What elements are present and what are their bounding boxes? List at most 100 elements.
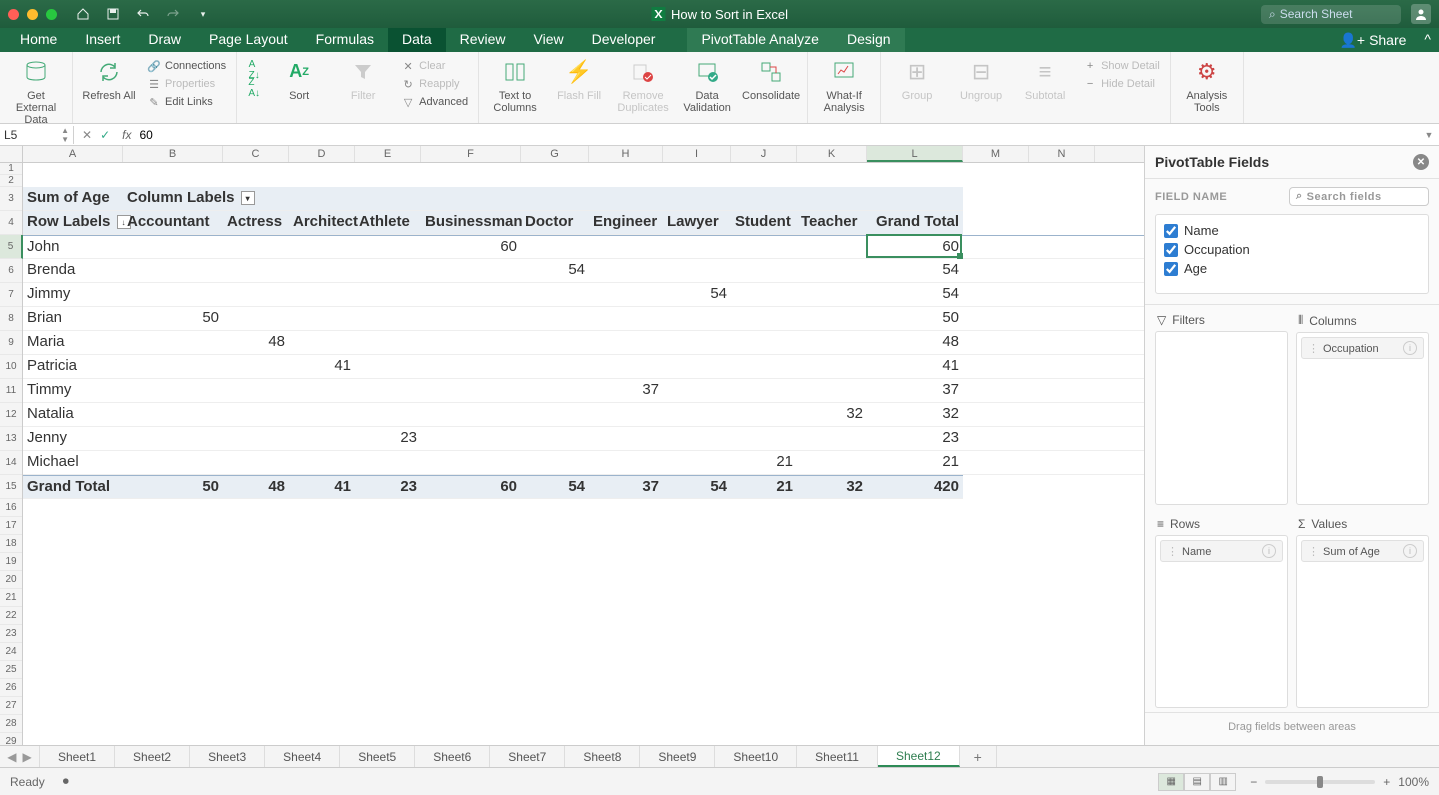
cell[interactable]: Brenda [23,259,123,282]
row-header-21[interactable]: 21 [0,589,22,607]
cell[interactable]: 37 [589,379,663,402]
sort-button[interactable]: AZ Sort [271,56,327,102]
row-header-6[interactable]: 6 [0,259,22,283]
undo-icon[interactable] [135,6,151,22]
col-header-M[interactable]: M [963,146,1029,162]
info-icon[interactable]: i [1403,544,1417,558]
sheet-tab-sheet5[interactable]: Sheet5 [340,746,415,767]
value-field-pill[interactable]: ⋮Sum of Agei [1301,540,1424,562]
reapply-button[interactable]: ↻Reapply [399,76,470,92]
columns-drop-area[interactable]: ⋮Occupationi [1296,332,1429,505]
analysis-tools-button[interactable]: ⚙ Analysis Tools [1179,56,1235,114]
cell[interactable]: 50 [123,476,223,498]
cell[interactable]: Column Labels ▾ [123,187,303,210]
normal-view-button[interactable]: ▦ [1158,773,1184,791]
collapse-ribbon-icon[interactable]: ^ [1416,28,1439,52]
advanced-button[interactable]: ▽Advanced [399,94,470,110]
sheet-tab-sheet1[interactable]: Sheet1 [40,746,115,767]
cell[interactable]: Jimmy [23,283,123,306]
cell[interactable]: Patricia [23,355,123,378]
cell[interactable]: 32 [797,403,867,426]
row-header-18[interactable]: 18 [0,535,22,553]
filter-dropdown-icon[interactable]: ▾ [241,191,255,205]
cell[interactable]: Row Labels ↓ [23,211,123,234]
row-header-2[interactable]: 2 [0,175,22,187]
tab-pivottable-analyze[interactable]: PivotTable Analyze [687,28,833,52]
formula-input[interactable] [135,128,1419,142]
row-header-25[interactable]: 25 [0,661,22,679]
tab-view[interactable]: View [520,28,578,52]
tab-draw[interactable]: Draw [134,28,195,52]
tab-data[interactable]: Data [388,28,446,52]
cell[interactable]: Jenny [23,427,123,450]
cell[interactable]: 54 [663,283,731,306]
row-header-22[interactable]: 22 [0,607,22,625]
cell[interactable]: 21 [731,451,797,474]
cell[interactable]: 50 [123,307,223,330]
user-avatar-icon[interactable] [1411,4,1431,24]
cell[interactable]: Actress [223,211,289,234]
cell[interactable]: 21 [867,451,963,474]
checkbox[interactable] [1164,243,1178,257]
share-button[interactable]: 👤+ Share [1329,28,1416,52]
sheet-tab-sheet9[interactable]: Sheet9 [640,746,715,767]
group-button[interactable]: ⊞ Group [889,56,945,102]
field-occupation[interactable]: Occupation [1164,240,1420,259]
col-header-B[interactable]: B [123,146,223,162]
row-header-11[interactable]: 11 [0,379,22,403]
cell[interactable]: Teacher [797,211,867,234]
row-header-19[interactable]: 19 [0,553,22,571]
col-header-E[interactable]: E [355,146,421,162]
flash-fill-button[interactable]: ⚡ Flash Fill [551,56,607,102]
cell[interactable]: 37 [867,379,963,402]
page-break-view-button[interactable]: ▥ [1210,773,1236,791]
cell[interactable]: Brian [23,307,123,330]
tab-page-layout[interactable]: Page Layout [195,28,302,52]
cell[interactable]: 41 [289,476,355,498]
sheet-tab-sheet11[interactable]: Sheet11 [797,746,878,767]
cell[interactable]: 60 [867,236,963,258]
cell[interactable]: 48 [223,476,289,498]
sheet-tab-sheet2[interactable]: Sheet2 [115,746,190,767]
col-header-N[interactable]: N [1029,146,1095,162]
connections-button[interactable]: 🔗Connections [145,58,228,74]
cell[interactable]: 60 [421,476,521,498]
row-header-4[interactable]: 4 [0,211,22,235]
cell[interactable]: 54 [521,476,589,498]
clear-button[interactable]: ✕Clear [399,58,470,74]
checkbox[interactable] [1164,262,1178,276]
row-header-15[interactable]: 15 [0,475,22,499]
zoom-in-button[interactable]: + [1383,775,1390,789]
cell[interactable]: 54 [521,259,589,282]
field-search-input[interactable]: ⌕ Search fields [1289,187,1429,206]
sort-desc-button[interactable]: ZA↓ [245,80,263,96]
row-header-26[interactable]: 26 [0,679,22,697]
cell[interactable]: Sum of Age [23,187,123,210]
cell[interactable]: 420 [867,476,963,498]
cell[interactable]: Architect [289,211,355,234]
row-header-17[interactable]: 17 [0,517,22,535]
cell[interactable]: 60 [421,236,521,258]
cell[interactable]: 23 [867,427,963,450]
row-header-3[interactable]: 3 [0,187,22,211]
close-pane-icon[interactable]: ✕ [1413,154,1429,170]
field-name[interactable]: Name [1164,221,1420,240]
hide-detail-button[interactable]: −Hide Detail [1081,76,1162,92]
cell[interactable]: 41 [289,355,355,378]
col-header-I[interactable]: I [663,146,731,162]
zoom-out-button[interactable]: − [1250,775,1257,789]
row-header-24[interactable]: 24 [0,643,22,661]
name-box[interactable]: L5▲▼ [0,126,74,144]
row-header-8[interactable]: 8 [0,307,22,331]
tab-home[interactable]: Home [6,28,71,52]
close-window-icon[interactable] [8,9,19,20]
cell[interactable]: Michael [23,451,123,474]
get-external-data-button[interactable]: Get External Data [8,56,64,126]
tab-review[interactable]: Review [446,28,520,52]
sheet-tab-sheet6[interactable]: Sheet6 [415,746,490,767]
save-icon[interactable] [105,6,121,22]
filter-button[interactable]: Filter [335,56,391,102]
cell[interactable]: John [23,236,123,258]
row-header-20[interactable]: 20 [0,571,22,589]
sheet-tab-sheet7[interactable]: Sheet7 [490,746,565,767]
